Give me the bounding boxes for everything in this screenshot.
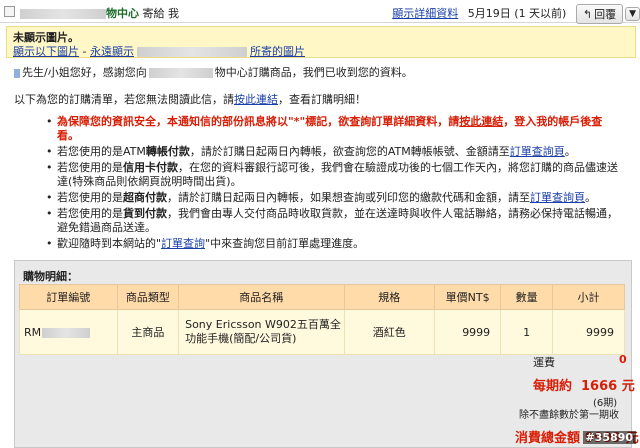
note-item: 若您使用的是ATM轉帳付款，請於訂購日起兩日內轉帳，欲查詢您的ATM轉帳帳號、金… — [46, 145, 618, 159]
greeting-line: 先生/小姐您好，感謝您向 物中心訂購商品，我們已收到您的資料。 — [14, 64, 413, 80]
total-label: 消費總金額 — [515, 431, 581, 446]
note-text: ，請於訂購日起兩日內轉帳，如果想查詢或列印您的繳款代碼和金額，請至 — [167, 191, 530, 204]
recipient-text: 寄給 我 — [142, 7, 180, 20]
note-text: 超商付款 — [123, 191, 167, 204]
note-text: 若您使用的是 — [57, 191, 123, 204]
separator: - — [79, 45, 90, 58]
always-show-link[interactable]: 永遠顯示 所寄的圖片 — [90, 45, 305, 58]
intro-tail: ，查看訂購明細！ — [278, 93, 366, 106]
always-show-suffix: 所寄的圖片 — [249, 45, 305, 58]
intro-text: 以下為您的訂購清單，若您無法閱讀此信，請 — [14, 93, 234, 106]
col-name: 商品名稱 — [178, 284, 345, 310]
sender-line: 物中心 寄給 我 — [20, 5, 179, 21]
order-no: RM — [24, 325, 42, 339]
show-images-link[interactable]: 顯示以下圖片 — [13, 45, 79, 58]
customer-name-redacted — [14, 68, 20, 78]
note-text: 為保障您的資訊安全，本通知信的部份訊息將以"*"標記，欲查詢訂單詳細資料，請 — [57, 115, 460, 128]
note-text: ，請於訂購日起兩日內轉帳，欲查詢您的ATM轉帳帳號、金額請至 — [189, 145, 510, 158]
note-link[interactable]: 訂單查詢 — [161, 237, 205, 250]
order-no-redacted — [42, 327, 91, 338]
reply-arrow-icon: ↰ — [582, 8, 593, 21]
note-text: 。 — [564, 145, 576, 158]
sender-redacted — [20, 9, 106, 19]
shipping-value: 0 — [619, 353, 627, 366]
intro-line: 以下為您的訂購清單，若您無法閱讀此信，請按此連結，查看訂購明細！ — [14, 91, 366, 107]
note-link[interactable]: 訂單查詢頁 — [530, 191, 585, 204]
note-text: 歡迎隨時到本網站的" — [57, 237, 162, 250]
table-header-row: 訂單編號 商品類型 商品名稱 規格 單價NT$ 數量 小計 — [19, 284, 626, 310]
qty-cell: 1 — [500, 309, 553, 355]
spec-cell: 酒紅色 — [343, 309, 436, 355]
col-qty: 數量 — [500, 284, 553, 310]
shipping-label: 運費 — [533, 356, 555, 369]
price-cell: 9999 — [434, 309, 502, 355]
show-details-link[interactable]: 顯示詳細資料 — [392, 7, 458, 20]
reply-button[interactable]: ↰ 回覆 — [575, 4, 624, 24]
images-hidden-bar: 未顯示圖片。 顯示以下圖片 - 永遠顯示 所寄的圖片 — [6, 26, 636, 58]
note-item: 若您使用的是貨到付款，我們會由專人交付商品時收取貨款，並在送達時與收件人電話聯絡… — [46, 207, 618, 235]
cart-title: 購物明細： — [23, 270, 78, 283]
sender-name[interactable]: 物中心 — [106, 7, 139, 20]
always-show-label: 永遠顯示 — [89, 45, 134, 58]
store-redacted — [148, 68, 213, 78]
cart-panel: 購物明細： 訂單編號 商品類型 商品名稱 規格 單價NT$ 數量 小計 RM 主… — [14, 260, 639, 448]
note-text: 若您使用的是 — [57, 207, 123, 220]
subtotal-cell: 9999 — [551, 309, 626, 355]
watermark: #35890 — [582, 431, 636, 444]
remainder-note: 除不盡餘數於第一期收 — [519, 410, 619, 421]
header-right: 顯示詳細資料 5月19日 (1 天以前) ↰ 回覆 ▼ — [392, 4, 640, 24]
note-text: "中來查詢您目前訂單處理進度。 — [205, 237, 365, 250]
product-name-cell: Sony Ericsson W902五百萬全功能手機(簡配/公司貨) — [178, 309, 345, 355]
monthly-value: 1666 元 — [581, 379, 635, 394]
note-item: 若您使用的是超商付款，請於訂購日起兩日內轉帳，如果想查詢或列印您的繳款代碼和金額… — [46, 191, 618, 205]
note-text: 。 — [585, 191, 596, 204]
select-checkbox[interactable] — [4, 6, 15, 17]
order-no-cell: RM — [19, 309, 118, 355]
col-subtotal: 小計 — [551, 284, 626, 310]
reply-label: 回覆 — [594, 8, 617, 21]
col-type: 商品類型 — [116, 284, 180, 310]
table-row: RM 主商品 Sony Ericsson W902五百萬全功能手機(簡配/公司貨… — [19, 309, 626, 355]
note-text: 轉帳付款 — [145, 145, 190, 158]
col-price: 單價NT$ — [434, 284, 502, 310]
note-link[interactable]: 按此連結 — [459, 115, 503, 128]
images-links: 顯示以下圖片 - 永遠顯示 所寄的圖片 — [13, 43, 305, 59]
note-item: 為保障您的資訊安全，本通知信的部份訊息將以"*"標記，欲查詢訂單詳細資料，請按此… — [46, 115, 618, 143]
sender-redacted — [136, 47, 247, 57]
note-item: 若您使用的是信用卡付款，在您的資料審銀行認可後，我們會在驗證成功後的七個工作天內… — [46, 161, 618, 189]
note-text: 若您使用的是ATM — [57, 145, 146, 158]
note-text: 貨到付款 — [123, 207, 167, 220]
items-table: 訂單編號 商品類型 商品名稱 規格 單價NT$ 數量 小計 RM 主商品 Son… — [19, 284, 626, 355]
note-text: 若您使用的是 — [57, 161, 123, 174]
greeting-msg: 物中心訂購商品，我們已收到您的資料。 — [214, 66, 413, 79]
note-link[interactable]: 訂單查詢頁 — [510, 145, 565, 158]
col-order-no: 訂單編號 — [19, 284, 118, 310]
notes-list: 為保障您的資訊安全，本通知信的部份訊息將以"*"標記，欲查詢訂單詳細資料，請按此… — [46, 115, 618, 253]
chevron-down-icon: ▼ — [629, 9, 636, 19]
note-text: 信用卡付款 — [123, 161, 178, 174]
monthly-label: 每期約 — [533, 379, 573, 394]
message-header: 物中心 寄給 我 顯示詳細資料 5月19日 (1 天以前) ↰ 回覆 ▼ — [0, 0, 640, 24]
more-actions-button[interactable]: ▼ — [625, 7, 640, 21]
message-date: 5月19日 (1 天以前) — [467, 7, 567, 20]
col-spec: 規格 — [343, 284, 436, 310]
type-cell: 主商品 — [116, 309, 180, 355]
note-item: 歡迎隨時到本網站的"訂單查詢"中來查詢您目前訂單處理進度。 — [46, 237, 618, 251]
greeting-text: 先生/小姐您好，感謝您向 — [22, 66, 147, 79]
intro-link[interactable]: 按此連結 — [234, 93, 278, 106]
